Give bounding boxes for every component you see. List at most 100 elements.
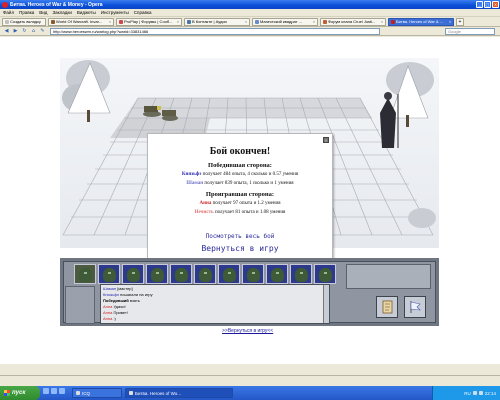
unit-portrait[interactable] <box>74 264 96 284</box>
menu-widgets[interactable]: Виджеты <box>77 10 96 15</box>
winner-name[interactable]: Шаман <box>186 181 203 186</box>
menu-help[interactable]: Справка <box>134 10 152 15</box>
unit-portrait[interactable] <box>170 264 192 284</box>
tab-wow[interactable]: World Of Warcraft. Invar... × <box>48 17 114 26</box>
menu-file[interactable]: Файл <box>3 10 14 15</box>
unit-portrait[interactable] <box>98 264 120 284</box>
chat-text: [мастер] <box>117 286 133 291</box>
unit-portrait[interactable] <box>146 264 168 284</box>
network-icon[interactable] <box>478 391 483 395</box>
language-indicator[interactable]: RU <box>464 391 471 396</box>
desktop-icon[interactable] <box>51 388 57 394</box>
unit-portrait[interactable] <box>122 264 144 284</box>
unit-portrait[interactable] <box>266 264 288 284</box>
chat-message: Анна :) <box>103 316 116 321</box>
taskbar-item-icq[interactable]: ICQ <box>72 388 122 398</box>
menu-tools[interactable]: Инструменты <box>101 10 129 15</box>
view-full-battle-link[interactable]: Посмотреть весь бой <box>148 233 332 240</box>
unit-portrait[interactable] <box>290 264 312 284</box>
tab-bar: Создать вкладку World Of Warcraft. Invar… <box>0 17 500 27</box>
loser-name[interactable]: Анна <box>199 201 211 206</box>
scroll-button[interactable] <box>376 296 398 318</box>
battle-chat[interactable]: Шаман [мастер] Князьфэ пошагали на игру … <box>100 284 330 324</box>
chat-scrollbar[interactable] <box>323 285 329 323</box>
chat-message: Анна Удачи! <box>103 304 126 309</box>
tab-close-icon[interactable]: × <box>109 20 111 24</box>
tab-label: Форум клана Cruel Justi... <box>328 19 376 24</box>
taskbar: пуск ICQ Битва. Heroes of Wo... RU 22:14 <box>0 386 500 400</box>
home-icon[interactable]: ⌂ <box>30 28 37 35</box>
tab-label: Битва. Heroes of War & ... <box>396 19 444 24</box>
start-button[interactable]: пуск <box>0 386 40 400</box>
new-tab-button[interactable]: + <box>456 17 464 26</box>
tab-proplay[interactable]: ProPlay | Форумы | Сооб... × <box>116 17 182 26</box>
maximize-icon[interactable]: □ <box>484 1 491 8</box>
taskbar-item-opera[interactable]: Битва. Heroes of Wo... <box>125 388 233 398</box>
back-to-game-link[interactable]: Вернуться в игру <box>148 244 332 253</box>
url-input[interactable]: http://www.heroeswm.ru/warlog.php?warid=… <box>50 27 380 35</box>
close-icon[interactable]: × <box>492 1 499 8</box>
loser-reward: получает 81 опыта и 1.08 умения <box>214 210 286 215</box>
tab-close-icon[interactable]: × <box>313 20 315 24</box>
hero-info-slot <box>346 264 431 289</box>
surrender-flag-button[interactable] <box>404 296 426 318</box>
chat-message: Шаман [мастер] <box>103 286 133 291</box>
unit-portrait[interactable] <box>242 264 264 284</box>
tab-heroes-battle[interactable]: Битва. Heroes of War & ... × <box>388 17 454 26</box>
chat-author[interactable]: Победивший <box>103 298 129 303</box>
unit-portrait[interactable] <box>194 264 216 284</box>
taskbar-item-label: ICQ <box>82 390 91 396</box>
menu-edit[interactable]: Правка <box>19 10 34 15</box>
back-icon[interactable]: ◀ <box>3 28 10 35</box>
tab-close-icon[interactable]: × <box>381 20 383 24</box>
tab-label: World Of Warcraft. Invar... <box>56 19 103 24</box>
chat-author[interactable]: Анна <box>103 310 112 315</box>
chat-author[interactable]: Шаман <box>103 286 116 291</box>
chat-text: Удачи! <box>113 304 126 309</box>
close-icon[interactable]: × <box>323 137 329 143</box>
chat-text: взять <box>129 298 140 303</box>
scroll-icon <box>382 300 393 314</box>
chat-author[interactable]: Анна <box>103 304 112 309</box>
reload-icon[interactable]: ↻ <box>21 28 28 35</box>
tab-vkontakte[interactable]: В Контакте | Аудио × <box>184 17 250 26</box>
tab-label: Магический квадрат ... <box>260 19 302 24</box>
tab-close-icon[interactable]: × <box>177 20 179 24</box>
opera-icon[interactable] <box>59 388 65 394</box>
chat-author[interactable]: Князьфэ <box>103 292 119 297</box>
winner-name[interactable]: Князьфэ <box>182 172 202 177</box>
icq-icon <box>76 391 80 395</box>
browser-status-bar <box>0 375 500 386</box>
dialog-title: Бой окончен! <box>209 146 271 157</box>
panel-frame: Шаман [мастер] Князьфэ пошагали на игру … <box>63 261 436 324</box>
forward-icon[interactable]: ▶ <box>12 28 19 35</box>
address-bar: ◀ ▶ ↻ ⌂ ✎ http://www.heroeswm.ru/warlog.… <box>0 27 500 36</box>
chat-text: Привет! <box>113 310 128 315</box>
ie-icon[interactable] <box>43 388 49 394</box>
tab-label: ProPlay | Форумы | Сооб... <box>124 19 173 24</box>
back-to-game-bottom-link[interactable]: >>Вернуться в игру<< <box>222 328 273 334</box>
menu-bookmarks[interactable]: Закладки <box>52 10 71 15</box>
quick-launch <box>43 388 69 398</box>
menu-view[interactable]: Вид <box>39 10 47 15</box>
tab-close-icon[interactable]: × <box>245 20 247 24</box>
tab-favicon <box>5 19 9 24</box>
tab-magic-square[interactable]: Магический квадрат ... × <box>252 17 318 26</box>
chat-message: Победивший взять <box>103 298 140 303</box>
tab-new-tab[interactable]: Создать вкладку <box>2 17 46 26</box>
chat-message: Князьфэ пошагали на игру <box>103 292 153 297</box>
loser-line: Нечисть получает 81 опыта и 1.08 умения <box>148 210 332 215</box>
window-titlebar: Битва. Heroes of War & Money - Opera _ □… <box>0 0 500 9</box>
wand-icon[interactable]: ✎ <box>39 28 46 35</box>
loser-name[interactable]: Нечисть <box>195 210 214 215</box>
search-input[interactable]: Google <box>445 27 495 35</box>
volume-icon[interactable] <box>472 391 477 395</box>
tab-favicon <box>391 19 395 24</box>
chat-author[interactable]: Анна <box>103 316 112 321</box>
unit-portrait[interactable] <box>218 264 240 284</box>
minimize-icon[interactable]: _ <box>476 1 483 8</box>
tab-clan-forum[interactable]: Форум клана Cruel Justi... × <box>320 17 386 26</box>
unit-portrait[interactable] <box>314 264 336 284</box>
tab-close-icon[interactable]: × <box>449 20 451 24</box>
tab-favicon <box>119 19 123 24</box>
